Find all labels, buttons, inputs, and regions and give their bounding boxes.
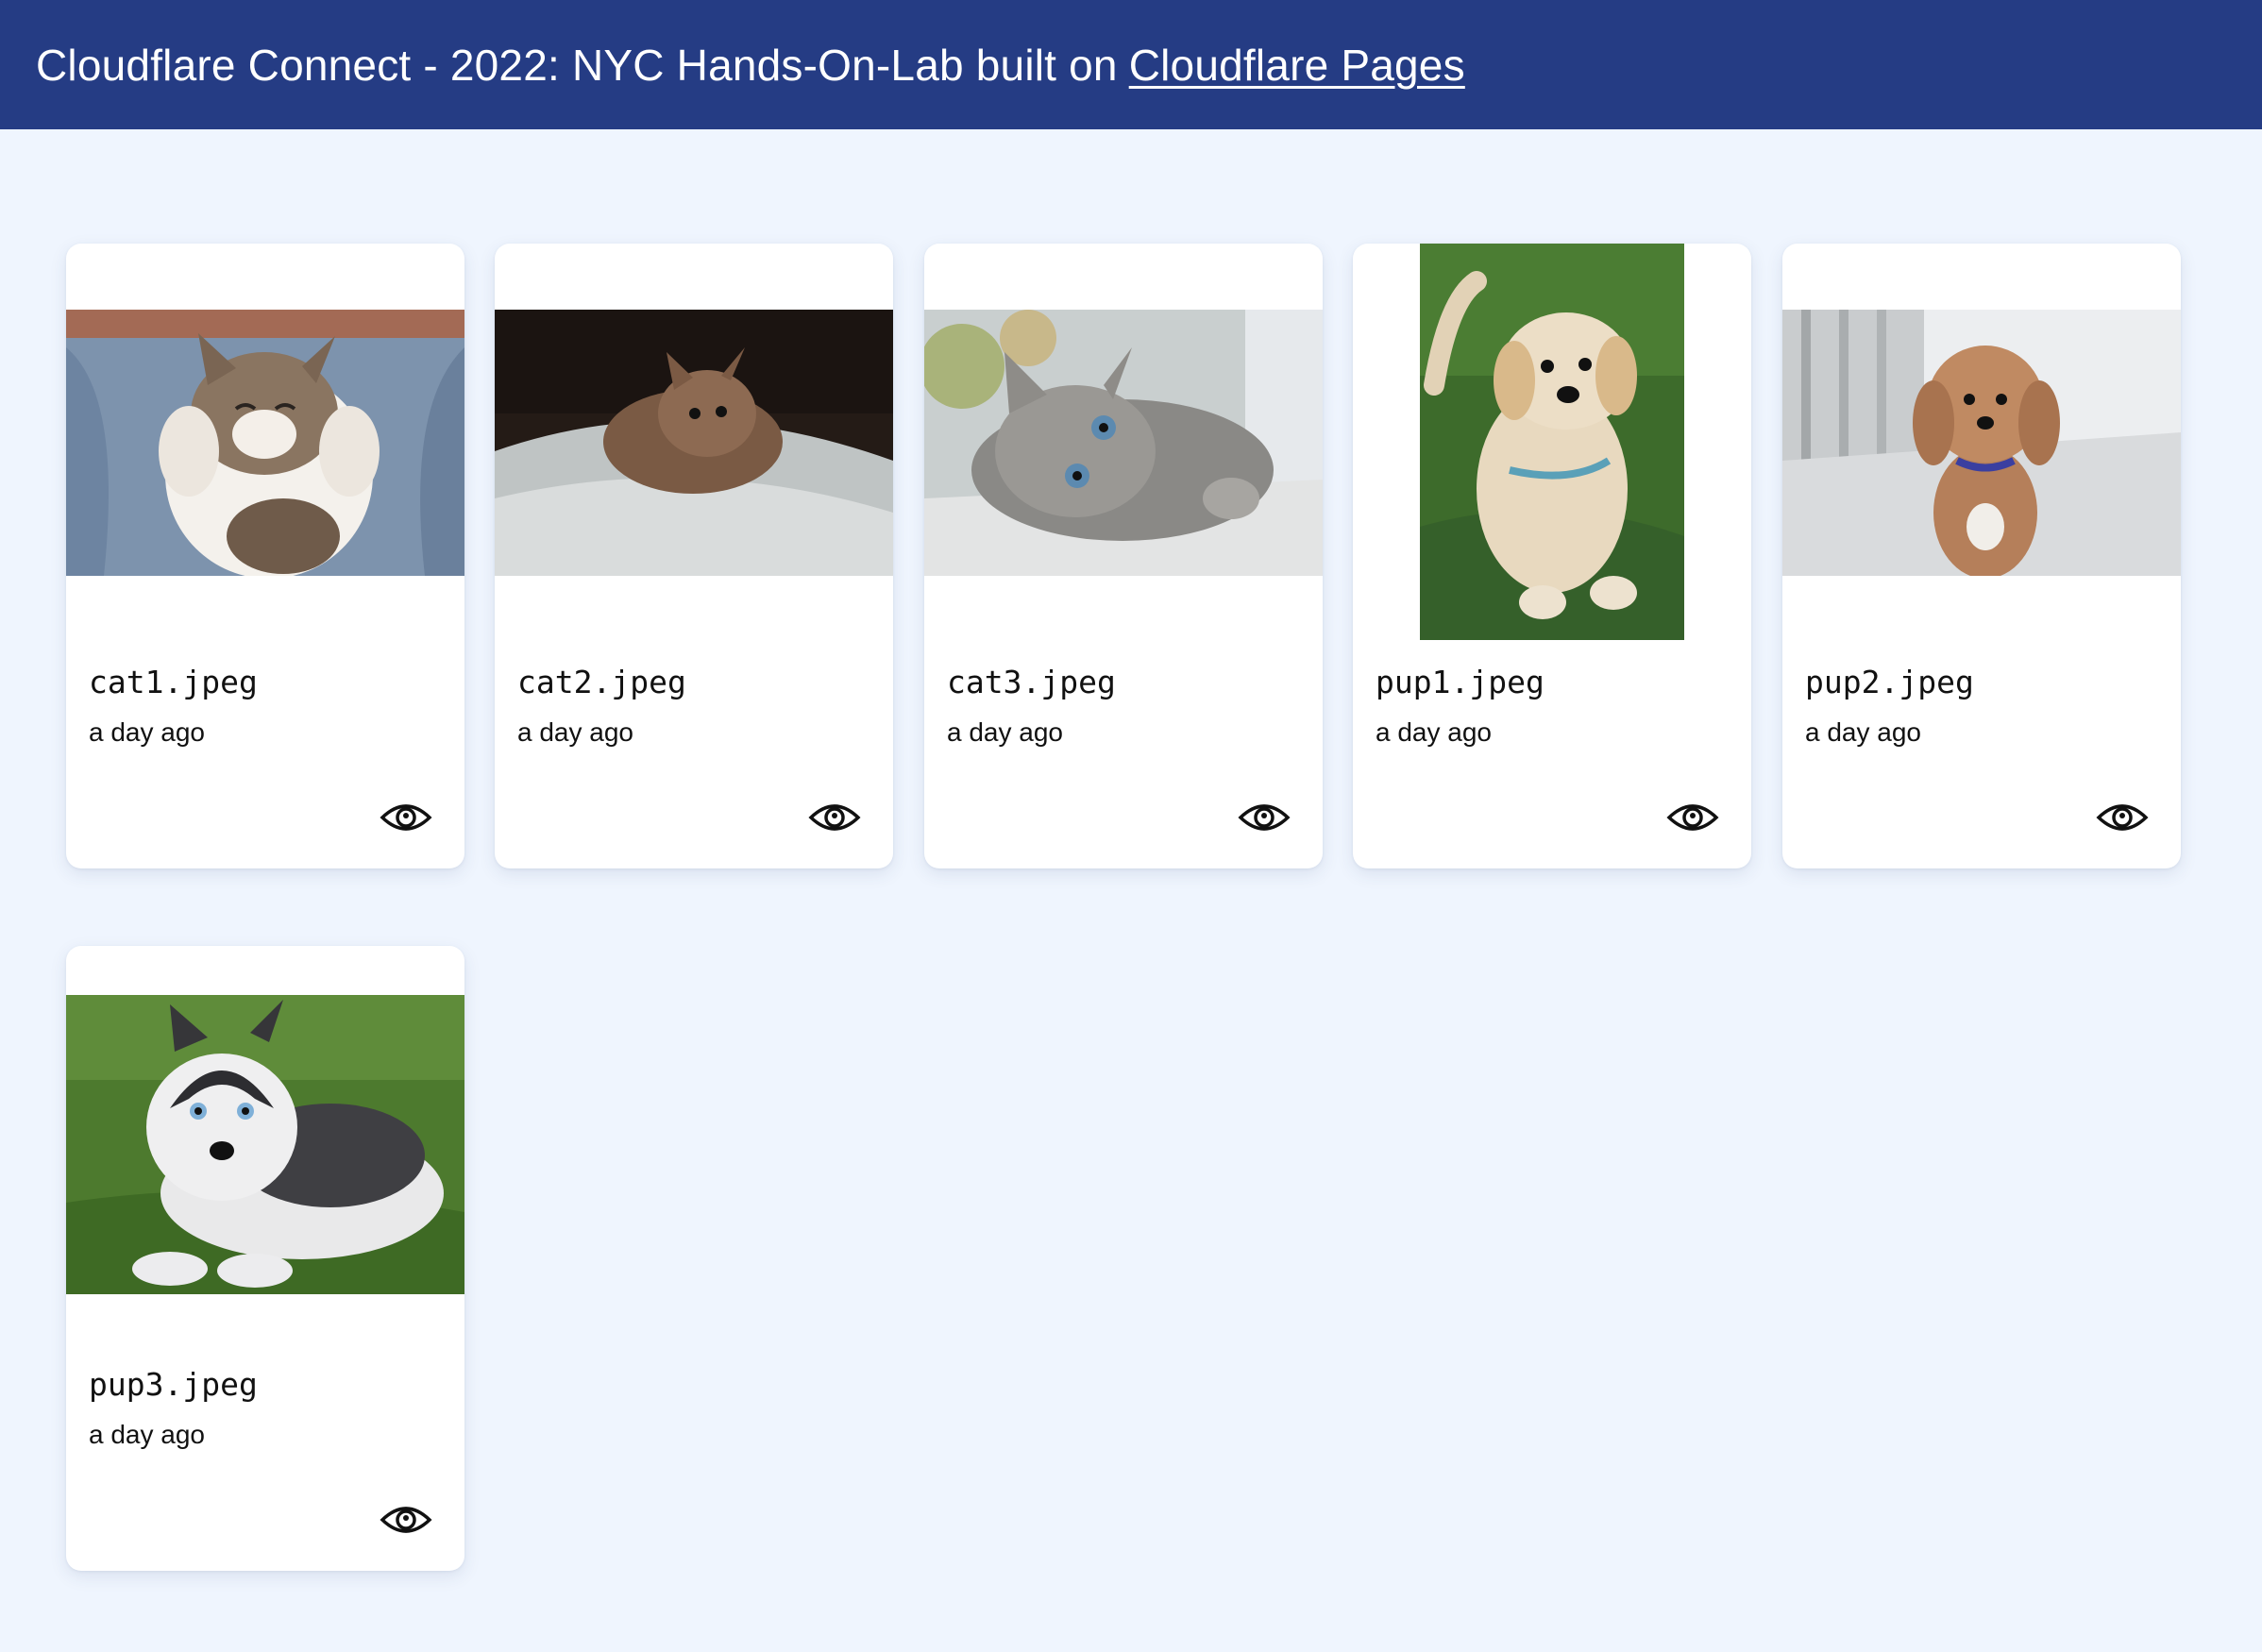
- file-date: a day ago: [1805, 717, 1921, 747]
- file-card[interactable]: pup3.jpeg a day ago: [66, 946, 464, 1571]
- file-name: cat3.jpeg: [947, 664, 1116, 700]
- eye-icon: [380, 804, 432, 831]
- file-date: a day ago: [517, 717, 633, 747]
- thumbnail[interactable]: [1782, 244, 2181, 640]
- file-name: pup2.jpeg: [1805, 664, 1974, 700]
- file-name: cat2.jpeg: [517, 664, 686, 700]
- puppy-photo: [1782, 310, 2181, 576]
- thumbnail[interactable]: [66, 946, 464, 1342]
- view-button[interactable]: [1238, 799, 1291, 836]
- view-button[interactable]: [380, 799, 432, 836]
- thumbnail[interactable]: [1353, 244, 1751, 640]
- file-name: cat1.jpeg: [89, 664, 258, 700]
- file-date: a day ago: [89, 1420, 205, 1449]
- view-button[interactable]: [380, 1501, 432, 1539]
- file-date: a day ago: [89, 717, 205, 747]
- kitten-photo: [495, 310, 893, 576]
- file-card[interactable]: cat1.jpeg a day ago: [66, 244, 464, 868]
- eye-icon: [380, 1507, 432, 1533]
- file-grid: cat1.jpeg a day ago cat2.jpeg a day ago …: [0, 0, 2262, 1652]
- view-button[interactable]: [2096, 799, 2149, 836]
- eye-icon: [808, 804, 861, 831]
- file-name: pup3.jpeg: [89, 1366, 258, 1403]
- view-button[interactable]: [808, 799, 861, 836]
- thumbnail[interactable]: [495, 244, 893, 640]
- file-date: a day ago: [1376, 717, 1492, 747]
- eye-icon: [2096, 804, 2149, 831]
- view-button[interactable]: [1666, 799, 1719, 836]
- kitten-photo: [66, 310, 464, 576]
- kitten-photo: [924, 310, 1323, 576]
- file-card[interactable]: cat2.jpeg a day ago: [495, 244, 893, 868]
- file-card[interactable]: pup1.jpeg a day ago: [1353, 244, 1751, 868]
- thumbnail[interactable]: [924, 244, 1323, 640]
- file-card[interactable]: pup2.jpeg a day ago: [1782, 244, 2181, 868]
- file-name: pup1.jpeg: [1376, 664, 1545, 700]
- eye-icon: [1666, 804, 1719, 831]
- file-card[interactable]: cat3.jpeg a day ago: [924, 244, 1323, 868]
- puppy-photo: [66, 995, 464, 1294]
- puppy-photo: [1420, 244, 1684, 640]
- thumbnail[interactable]: [66, 244, 464, 640]
- file-date: a day ago: [947, 717, 1063, 747]
- eye-icon: [1238, 804, 1291, 831]
